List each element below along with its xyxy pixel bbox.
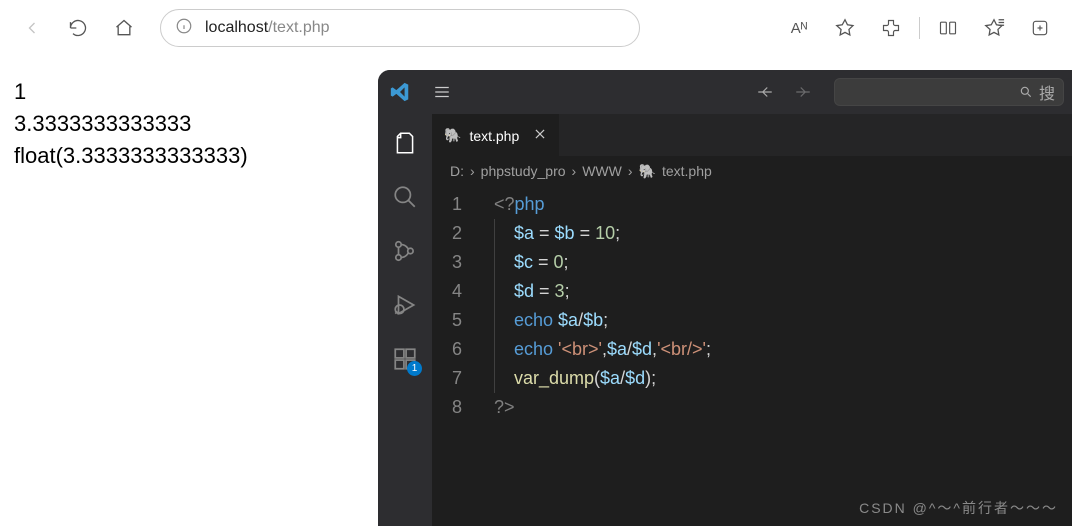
menu-button[interactable] <box>424 74 460 110</box>
line-number: 6 <box>432 335 484 364</box>
close-icon[interactable] <box>533 127 547 144</box>
address-bar[interactable]: localhost/text.php <box>160 9 640 47</box>
page-output: 1 3.3333333333333 float(3.3333333333333) <box>14 76 248 172</box>
search-label: 搜 <box>1039 80 1055 104</box>
read-aloud-button[interactable]: Aᴺ <box>779 8 819 48</box>
watermark: CSDN @^～^前行者～～～ <box>859 498 1058 518</box>
vscode-logo-icon <box>386 78 414 106</box>
breadcrumb[interactable]: D: › phpstudy_pro › WWW › 🐘 text.php <box>432 156 1072 186</box>
line-number: 1 <box>432 190 484 219</box>
explorer-icon[interactable] <box>390 128 420 158</box>
php-file-icon: 🐘 <box>444 127 461 144</box>
chevron-right-icon: › <box>470 163 475 179</box>
output-line: 3.3333333333333 <box>14 108 248 140</box>
tab-active[interactable]: 🐘 text.php <box>432 114 559 156</box>
vscode-title-bar: 搜 <box>378 70 1072 114</box>
breadcrumb-part[interactable]: D: <box>450 163 464 179</box>
search-icon[interactable] <box>390 182 420 212</box>
activity-bar: 1 <box>378 114 432 526</box>
command-center[interactable]: 搜 <box>834 78 1064 106</box>
run-debug-icon[interactable] <box>390 290 420 320</box>
back-button[interactable] <box>12 8 52 48</box>
collections-button[interactable] <box>1020 8 1060 48</box>
line-number: 7 <box>432 364 484 393</box>
code-editor[interactable]: 1<?php 2$a = $b = 10; 3$c = 0; 4$d = 3; … <box>432 186 1072 526</box>
output-line: float(3.3333333333333) <box>14 140 248 172</box>
tab-bar: 🐘 text.php <box>432 114 1072 156</box>
line-number: 3 <box>432 248 484 277</box>
chevron-right-icon: › <box>628 163 633 179</box>
refresh-button[interactable] <box>58 8 98 48</box>
browser-toolbar: localhost/text.php Aᴺ <box>0 0 1072 56</box>
line-number: 4 <box>432 277 484 306</box>
line-number: 8 <box>432 393 484 422</box>
extensions-icon[interactable]: 1 <box>390 344 420 374</box>
breadcrumb-part[interactable]: WWW <box>582 163 622 179</box>
favorites-bar-button[interactable] <box>974 8 1014 48</box>
nav-back-button[interactable] <box>750 77 780 107</box>
nav-forward-button[interactable] <box>788 77 818 107</box>
favorite-button[interactable] <box>825 8 865 48</box>
url-host: localhost/text.php <box>205 19 330 37</box>
breadcrumb-part[interactable]: text.php <box>662 163 712 179</box>
breadcrumb-part[interactable]: phpstudy_pro <box>481 163 566 179</box>
chevron-right-icon: › <box>572 163 577 179</box>
vscode-window: 搜 1 🐘 <box>378 70 1072 526</box>
split-screen-button[interactable] <box>928 8 968 48</box>
output-line: 1 <box>14 76 248 108</box>
tab-label: text.php <box>469 128 519 144</box>
source-control-icon[interactable] <box>390 236 420 266</box>
extensions-button[interactable] <box>871 8 911 48</box>
home-button[interactable] <box>104 8 144 48</box>
line-number: 2 <box>432 219 484 248</box>
site-info-icon[interactable] <box>175 17 193 40</box>
toolbar-divider <box>919 17 920 39</box>
line-number: 5 <box>432 306 484 335</box>
extensions-badge: 1 <box>407 361 422 376</box>
php-file-icon: 🐘 <box>639 163 656 180</box>
